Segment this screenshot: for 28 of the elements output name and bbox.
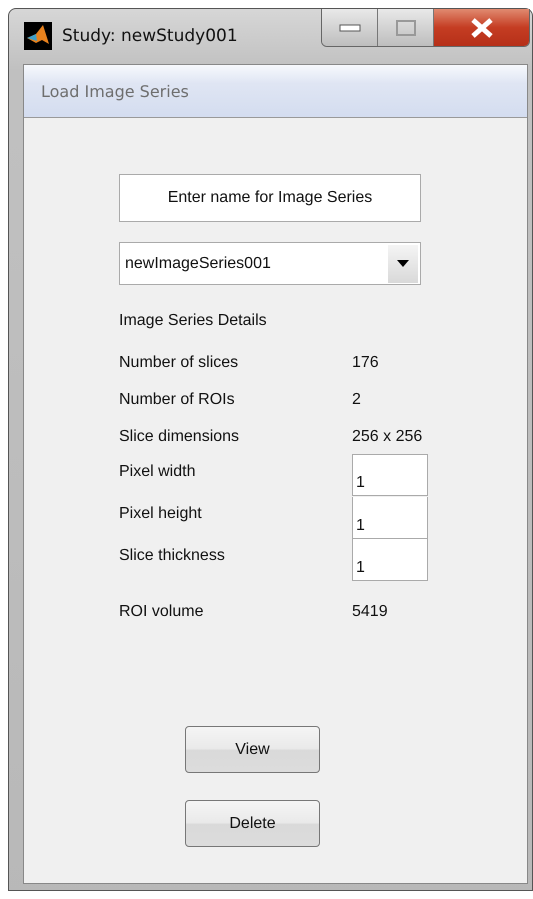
field-label: Pixel width xyxy=(119,462,196,481)
name-field[interactable]: Enter name for Image Series xyxy=(119,174,421,222)
field-value: 5419 xyxy=(352,602,388,620)
minimize-button[interactable] xyxy=(322,9,378,46)
field-label: Slice dimensions xyxy=(119,428,240,446)
close-button[interactable] xyxy=(434,9,529,46)
field-label: ROI volume xyxy=(119,602,204,620)
view-button[interactable]: View xyxy=(185,726,320,773)
minimize-icon xyxy=(338,24,360,32)
field-value: 256 x 256 xyxy=(352,428,422,446)
dropdown-arrow-icon xyxy=(397,260,409,267)
field-label: Slice thickness xyxy=(119,546,226,565)
value-input[interactable]: 1 xyxy=(352,539,428,581)
maximize-icon xyxy=(394,18,416,36)
panel-title: Load Image Series xyxy=(41,82,189,100)
field-value: 176 xyxy=(352,354,379,372)
delete-button[interactable]: Delete xyxy=(185,800,320,847)
field-label: Number of ROIs xyxy=(119,390,236,408)
field-value: 2 xyxy=(352,390,361,408)
app-logo-icon xyxy=(24,22,52,50)
series-dropdown[interactable]: newImageSeries001 xyxy=(119,242,421,285)
close-icon xyxy=(470,18,494,38)
field-label: Number of slices xyxy=(119,354,240,372)
value-input[interactable]: 1 xyxy=(352,454,428,496)
section-heading: Image Series Details xyxy=(119,312,267,330)
value-input[interactable]: 1 xyxy=(352,497,428,539)
window-title: Study: newStudy001 xyxy=(62,26,238,46)
field-label: Pixel height xyxy=(119,504,203,523)
